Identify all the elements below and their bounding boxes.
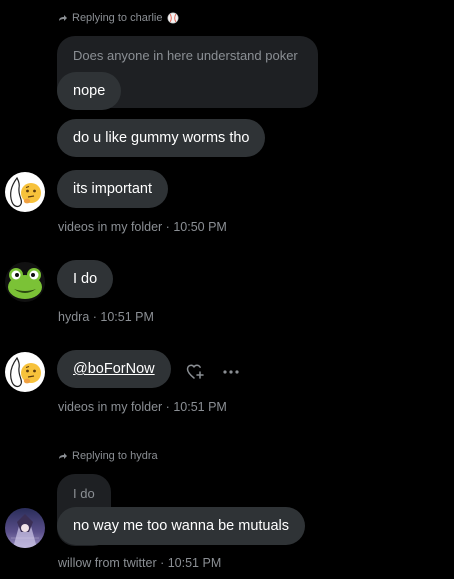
avatar[interactable] — [5, 172, 45, 212]
avatar[interactable] — [5, 262, 45, 302]
reply-label: Replying to charlie — [58, 12, 179, 24]
reply-label: Replying to hydra — [58, 450, 158, 462]
avatar[interactable] — [5, 508, 45, 548]
baseball-icon — [167, 12, 178, 24]
reply-to-text: Replying to charlie — [72, 12, 163, 24]
message-text: its important — [73, 181, 152, 197]
message-bubble[interactable]: do u like gummy worms tho — [57, 119, 266, 157]
quoted-text: I do — [73, 486, 95, 501]
reply-to-text: Replying to hydra — [72, 450, 158, 462]
reply-arrow-icon — [59, 453, 67, 459]
add-reaction-icon[interactable] — [184, 361, 206, 383]
message-meta: willow from twitter · 10:51 PM — [58, 556, 222, 570]
message-text: I do — [73, 271, 98, 287]
frog-icon — [5, 262, 45, 302]
avatar[interactable] — [5, 352, 45, 392]
reply-arrow-icon — [59, 15, 67, 21]
message-meta: hydra · 10:51 PM — [58, 310, 154, 324]
message-bubble[interactable]: nope — [57, 72, 122, 110]
user-mention-link[interactable]: @boForNow — [73, 361, 155, 377]
more-icon[interactable] — [220, 361, 242, 383]
message-meta: videos in my folder · 10:51 PM — [58, 400, 227, 414]
anime-avatar-icon — [5, 508, 45, 548]
message-bubble[interactable]: no way me too wanna be mutuals — [57, 507, 306, 545]
message-bubble[interactable]: its important — [57, 170, 168, 208]
message-text: nope — [73, 83, 106, 99]
message-bubble[interactable]: @boForNow — [57, 350, 171, 388]
message-bubble[interactable]: I do — [57, 260, 114, 298]
message-text: do u like gummy worms tho — [73, 130, 250, 146]
quoted-text: Does anyone in here understand poker — [73, 48, 298, 63]
message-text: no way me too wanna be mutuals — [73, 518, 290, 534]
thinking-face-icon — [5, 172, 45, 212]
message-meta: videos in my folder · 10:50 PM — [58, 220, 227, 234]
thinking-face-icon — [5, 352, 45, 392]
